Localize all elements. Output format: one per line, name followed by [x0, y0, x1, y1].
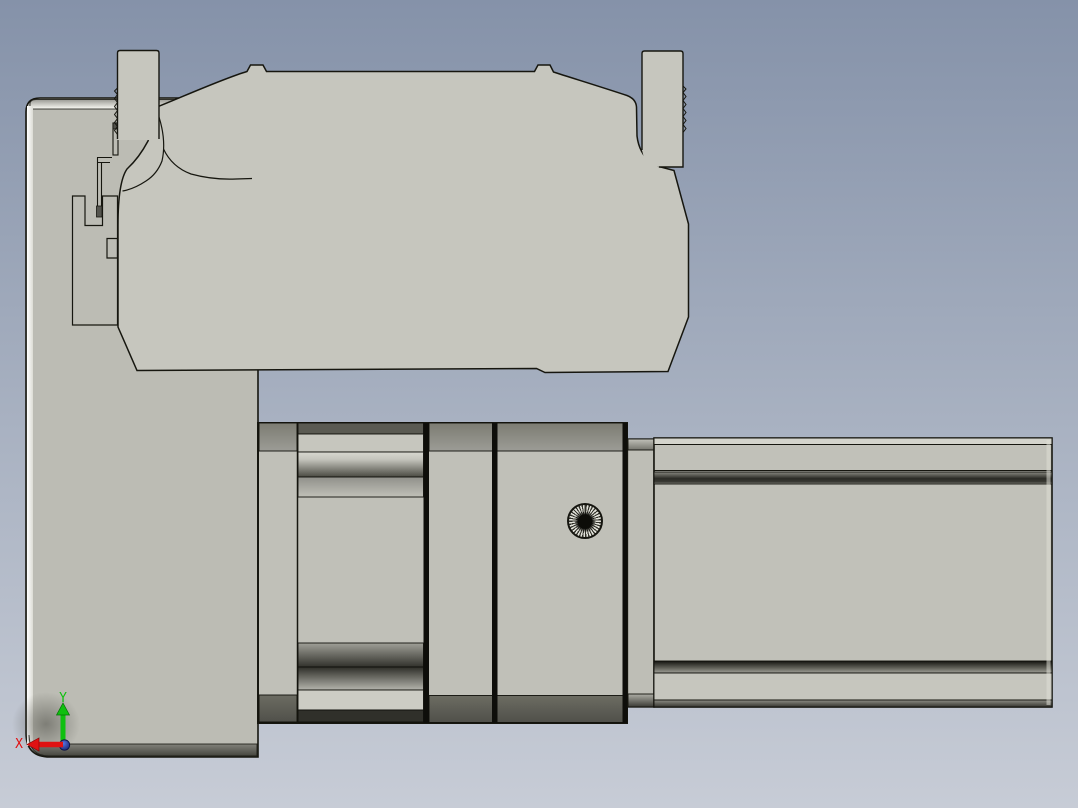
coupling-bottom-band [429, 696, 493, 723]
rail-connector-body [628, 439, 655, 707]
rod-cylinder-top [298, 452, 424, 477]
guide-rail [654, 438, 1052, 707]
axis-y-label: Y [59, 691, 67, 706]
end-block-bottom-band [497, 696, 623, 723]
rod-band-top-dark [298, 423, 424, 434]
section-divider-1 [424, 423, 430, 723]
axis-x-label: X [15, 737, 23, 752]
cable-gland-right [642, 51, 686, 167]
grease-fitting-tip [97, 206, 103, 217]
cable-gland-left-body [118, 51, 160, 141]
rod-shelf-top [298, 477, 424, 497]
rod-shelf-bottom [298, 667, 424, 690]
rail-lower-groove [654, 661, 1052, 673]
rail-bottom-chamfer [654, 700, 1052, 707]
rod-band-top-light [298, 434, 424, 452]
rail-upper-groove [654, 472, 1052, 484]
cable-gland-right-body [642, 51, 683, 167]
carriage-assembly [258, 423, 628, 723]
carriage-left-top-band [259, 423, 297, 451]
rod-cylinder-bottom [298, 643, 424, 667]
motor-housing [73, 65, 689, 373]
rail-end-highlight [1047, 440, 1051, 705]
rail-connector [628, 439, 655, 707]
rod-band-bottom-light [298, 690, 424, 710]
cad-viewport[interactable]: X Y [0, 0, 1078, 808]
rod-band-bottom-dark [298, 710, 424, 722]
coupling-top-band [429, 423, 493, 451]
base-plate-left-chamfer [27, 106, 33, 746]
rail-connector-top-band [628, 439, 654, 450]
motor-housing-body [118, 65, 689, 373]
cable-gland-right-threads [683, 86, 686, 133]
set-screw-knob [567, 503, 603, 539]
rail-lower-band [654, 673, 1052, 700]
section-divider-2 [492, 423, 498, 723]
cad-canvas: X Y [0, 0, 1078, 808]
rail-top-highlight [655, 439, 1052, 445]
end-block-top-band [497, 423, 623, 451]
section-divider-3 [623, 423, 628, 723]
cable-gland-left [115, 51, 160, 141]
rail-connector-bottom-band [628, 694, 654, 707]
carriage-left-bottom-band [259, 695, 297, 722]
